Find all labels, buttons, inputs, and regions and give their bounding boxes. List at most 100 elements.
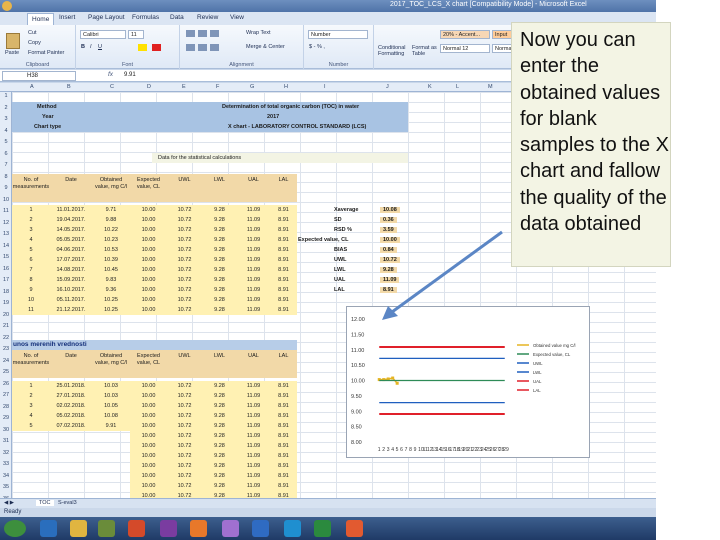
- table-cell[interactable]: 11.09: [237, 453, 270, 459]
- stat-value[interactable]: 10.08: [380, 207, 400, 213]
- format-as-table-button[interactable]: Format as Table: [412, 45, 438, 57]
- table-cell[interactable]: 10.00: [130, 207, 167, 213]
- table-cell[interactable]: 9.83: [92, 277, 130, 283]
- ie-icon[interactable]: [40, 520, 57, 537]
- row-header[interactable]: 3: [0, 116, 12, 122]
- row-header[interactable]: 27: [0, 392, 12, 398]
- table-cell[interactable]: 10.72: [167, 413, 202, 419]
- table-cell[interactable]: 15.09.2017.: [50, 277, 92, 283]
- table-cell[interactable]: 11.09: [237, 443, 270, 449]
- table-cell[interactable]: 10.72: [167, 393, 202, 399]
- table-cell[interactable]: 9.28: [202, 257, 237, 263]
- table-cell[interactable]: 11.09: [237, 207, 270, 213]
- table-cell[interactable]: 8.91: [270, 443, 297, 449]
- table-cell[interactable]: 10.00: [130, 237, 167, 243]
- column-header[interactable]: K: [428, 84, 432, 90]
- table-cell[interactable]: 05.05.2017.: [50, 237, 92, 243]
- firefox-icon[interactable]: [190, 520, 207, 537]
- row-header[interactable]: 18: [0, 289, 12, 295]
- column-header[interactable]: B: [67, 84, 71, 90]
- table-cell[interactable]: 10.00: [130, 453, 167, 459]
- paste-button[interactable]: Paste: [5, 50, 19, 56]
- align-middle-icon[interactable]: [198, 30, 207, 37]
- table-cell[interactable]: 6: [12, 257, 50, 263]
- table-cell[interactable]: 8.91: [270, 473, 297, 479]
- table-cell[interactable]: 10.22: [92, 227, 130, 233]
- table-cell[interactable]: 11.09: [237, 393, 270, 399]
- table-cell[interactable]: 9.28: [202, 463, 237, 469]
- table-cell[interactable]: 10.72: [167, 307, 202, 313]
- row-header[interactable]: 15: [0, 254, 12, 260]
- chrome-icon[interactable]: [128, 520, 145, 537]
- row-header[interactable]: 14: [0, 243, 12, 249]
- table-cell[interactable]: 9.28: [202, 403, 237, 409]
- tab-home[interactable]: Home: [27, 13, 55, 25]
- table-cell[interactable]: 10.00: [130, 423, 167, 429]
- table-cell[interactable]: 8.91: [270, 287, 297, 293]
- table-cell[interactable]: 10.72: [167, 277, 202, 283]
- table-cell[interactable]: 9.28: [202, 453, 237, 459]
- table-cell[interactable]: 10.03: [92, 393, 130, 399]
- table-cell[interactable]: 9.28: [202, 297, 237, 303]
- table-cell[interactable]: 9.28: [202, 207, 237, 213]
- table-cell[interactable]: 10.72: [167, 257, 202, 263]
- table-cell[interactable]: 10.45: [92, 267, 130, 273]
- table-cell[interactable]: 10.72: [167, 247, 202, 253]
- bold-button[interactable]: B: [81, 44, 85, 50]
- table-cell[interactable]: 10.00: [130, 463, 167, 469]
- table-cell[interactable]: 10.00: [130, 403, 167, 409]
- table-cell[interactable]: 1: [12, 207, 50, 213]
- table-cell[interactable]: 10: [12, 297, 50, 303]
- word-icon[interactable]: [252, 520, 269, 537]
- table-cell[interactable]: 9.88: [92, 217, 130, 223]
- tab-view[interactable]: View: [230, 14, 244, 21]
- table-cell[interactable]: 10.72: [167, 207, 202, 213]
- table-cell[interactable]: 10.00: [130, 383, 167, 389]
- table-cell[interactable]: 9.28: [202, 237, 237, 243]
- table-cell[interactable]: 10.72: [167, 383, 202, 389]
- table-cell[interactable]: 10.00: [130, 413, 167, 419]
- column-header[interactable]: I: [324, 84, 326, 90]
- table-cell[interactable]: 10.00: [130, 443, 167, 449]
- table-cell[interactable]: 10.03: [92, 383, 130, 389]
- font-size-select[interactable]: 11: [128, 30, 144, 39]
- tab-page-layout[interactable]: Page Layout: [88, 14, 125, 21]
- table-cell[interactable]: 11.09: [237, 297, 270, 303]
- wrap-text-button[interactable]: Wrap Text: [246, 30, 271, 36]
- table-cell[interactable]: 21.12.2017.: [50, 307, 92, 313]
- table-cell[interactable]: 11: [12, 307, 50, 313]
- number-format-select[interactable]: Number: [308, 30, 368, 39]
- table-cell[interactable]: 10.00: [130, 473, 167, 479]
- table-cell[interactable]: 10.00: [130, 227, 167, 233]
- row-header[interactable]: 17: [0, 277, 12, 283]
- table-cell[interactable]: 10.72: [167, 433, 202, 439]
- row-header[interactable]: 34: [0, 473, 12, 479]
- table-cell[interactable]: 4: [12, 413, 50, 419]
- table-cell[interactable]: 10.00: [130, 297, 167, 303]
- row-header[interactable]: 30: [0, 427, 12, 433]
- stat-value[interactable]: 0.36: [380, 217, 397, 223]
- fx-icon[interactable]: fx: [108, 71, 113, 78]
- table-cell[interactable]: 10.00: [130, 277, 167, 283]
- table-cell[interactable]: 8: [12, 277, 50, 283]
- excel-icon[interactable]: [314, 520, 331, 537]
- table-cell[interactable]: 9.28: [202, 413, 237, 419]
- folder-icon[interactable]: [70, 520, 87, 537]
- table-cell[interactable]: 10.72: [167, 473, 202, 479]
- column-header[interactable]: C: [110, 84, 114, 90]
- row-header[interactable]: 20: [0, 312, 12, 318]
- table-cell[interactable]: 10.72: [167, 297, 202, 303]
- media-icon[interactable]: [98, 520, 115, 537]
- column-header[interactable]: A: [30, 84, 34, 90]
- italic-button[interactable]: I: [90, 44, 92, 50]
- table-cell[interactable]: 9.28: [202, 483, 237, 489]
- table-cell[interactable]: 9.28: [202, 217, 237, 223]
- table-cell[interactable]: 5: [12, 247, 50, 253]
- table-cell[interactable]: 10.08: [92, 413, 130, 419]
- row-header[interactable]: 32: [0, 450, 12, 456]
- table-cell[interactable]: 8.91: [270, 483, 297, 489]
- sheet-tab-eval[interactable]: S-eval3: [58, 500, 77, 506]
- row-header[interactable]: 16: [0, 266, 12, 272]
- table-cell[interactable]: 9.71: [92, 207, 130, 213]
- sheet-tab-toc[interactable]: TOC: [36, 500, 54, 506]
